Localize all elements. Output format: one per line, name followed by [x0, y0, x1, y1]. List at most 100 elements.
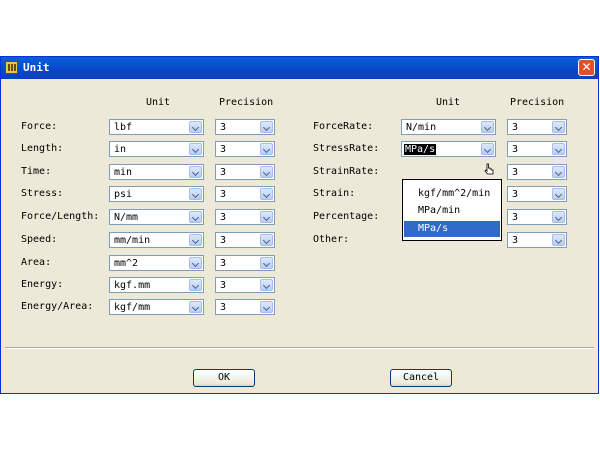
force-length-unit-select[interactable]: N/mm	[109, 209, 204, 225]
time-unit-select[interactable]: min	[109, 164, 204, 180]
stress-rate-unit-select[interactable]: MPa/s	[401, 141, 496, 157]
title-bar[interactable]: Unit ✕	[1, 57, 598, 79]
energy-area-precision-select[interactable]: 3	[215, 299, 275, 315]
time-precision-value: 3	[220, 167, 227, 178]
strain-precision-select[interactable]: 3	[507, 186, 567, 202]
energy-area-unit-select[interactable]: kgf/mm	[109, 299, 204, 315]
area-unit-select[interactable]: mm^2	[109, 255, 204, 271]
chevron-down-icon[interactable]	[552, 188, 565, 200]
stress-rate-precision-value: 3	[512, 144, 519, 155]
force-unit-value: lbf	[114, 122, 133, 133]
dropdown-option-highlighted[interactable]: MPa/s	[404, 221, 500, 237]
speed-precision-value: 3	[220, 235, 227, 246]
chevron-down-icon[interactable]	[260, 257, 273, 269]
left-precision-header: Precision	[219, 97, 274, 108]
chevron-down-icon[interactable]	[481, 143, 494, 155]
chevron-down-icon[interactable]	[552, 234, 565, 246]
chevron-down-icon[interactable]	[260, 166, 273, 178]
divider	[5, 347, 594, 349]
length-label: Length:	[21, 143, 64, 154]
percentage-label: Percentage:	[313, 211, 380, 222]
window-title: Unit	[23, 61, 50, 74]
strain-label: Strain:	[313, 188, 356, 199]
chevron-down-icon[interactable]	[260, 188, 273, 200]
chevron-down-icon[interactable]	[552, 143, 565, 155]
force-rate-unit-value: N/min	[406, 122, 437, 133]
right-precision-header: Precision	[510, 97, 565, 108]
stress-unit-select[interactable]: psi	[109, 186, 204, 202]
percentage-precision-value: 3	[512, 212, 519, 223]
chevron-down-icon[interactable]	[189, 143, 202, 155]
chevron-down-icon[interactable]	[552, 166, 565, 178]
chevron-down-icon[interactable]	[260, 234, 273, 246]
force-rate-precision-value: 3	[512, 122, 519, 133]
strain-rate-label: StrainRate:	[313, 166, 380, 177]
energy-unit-select[interactable]: kgf.mm	[109, 277, 204, 293]
chevron-down-icon[interactable]	[260, 121, 273, 133]
percentage-precision-select[interactable]: 3	[507, 209, 567, 225]
area-label: Area:	[21, 257, 52, 268]
unit-app-icon	[5, 61, 18, 74]
chevron-down-icon[interactable]	[189, 211, 202, 223]
other-precision-select[interactable]: 3	[507, 232, 567, 248]
chevron-down-icon[interactable]	[189, 234, 202, 246]
chevron-down-icon[interactable]	[189, 279, 202, 291]
chevron-down-icon[interactable]	[189, 188, 202, 200]
force-unit-select[interactable]: lbf	[109, 119, 204, 135]
time-unit-value: min	[114, 167, 133, 178]
chevron-down-icon[interactable]	[189, 166, 202, 178]
dropdown-option[interactable]: kgf/mm^2/min	[404, 186, 500, 202]
chevron-down-icon[interactable]	[260, 211, 273, 223]
force-rate-unit-select[interactable]: N/min	[401, 119, 496, 135]
area-precision-value: 3	[220, 258, 227, 269]
length-precision-value: 3	[220, 144, 227, 155]
dialog-body: Unit Precision Unit Precision Force: lbf…	[1, 79, 598, 393]
energy-label: Energy:	[21, 279, 64, 290]
length-unit-value: in	[114, 144, 127, 155]
close-icon[interactable]: ✕	[578, 59, 595, 76]
dropdown-option-label: MPa/min	[418, 205, 461, 216]
time-precision-select[interactable]: 3	[215, 164, 275, 180]
energy-precision-select[interactable]: 3	[215, 277, 275, 293]
force-rate-precision-select[interactable]: 3	[507, 119, 567, 135]
other-label: Other:	[313, 234, 350, 245]
stress-rate-precision-select[interactable]: 3	[507, 141, 567, 157]
force-rate-label: ForceRate:	[313, 121, 374, 132]
force-length-unit-value: N/mm	[114, 212, 139, 223]
unit-dialog: Unit ✕ Unit Precision Unit Precision For…	[0, 56, 599, 394]
chevron-down-icon[interactable]	[189, 121, 202, 133]
strain-rate-precision-select[interactable]: 3	[507, 164, 567, 180]
chevron-down-icon[interactable]	[260, 301, 273, 313]
cancel-button[interactable]: Cancel	[390, 369, 452, 387]
area-precision-select[interactable]: 3	[215, 255, 275, 271]
right-unit-header: Unit	[436, 97, 461, 108]
stress-precision-value: 3	[220, 189, 227, 200]
energy-precision-value: 3	[220, 280, 227, 291]
ok-button[interactable]: OK	[193, 369, 255, 387]
other-precision-value: 3	[512, 235, 519, 246]
force-precision-select[interactable]: 3	[215, 119, 275, 135]
chevron-down-icon[interactable]	[260, 143, 273, 155]
length-precision-select[interactable]: 3	[215, 141, 275, 157]
chevron-down-icon[interactable]	[189, 301, 202, 313]
dropdown-option-label: kgf/mm^2/min	[418, 188, 491, 199]
stress-precision-select[interactable]: 3	[215, 186, 275, 202]
chevron-down-icon[interactable]	[552, 121, 565, 133]
speed-precision-select[interactable]: 3	[215, 232, 275, 248]
speed-label: Speed:	[21, 234, 58, 245]
dropdown-option[interactable]: MPa/min	[404, 203, 500, 219]
speed-unit-select[interactable]: mm/min	[109, 232, 204, 248]
force-label: Force:	[21, 121, 58, 132]
force-precision-value: 3	[220, 122, 227, 133]
chevron-down-icon[interactable]	[552, 211, 565, 223]
stress-label: Stress:	[21, 188, 64, 199]
force-length-precision-select[interactable]: 3	[215, 209, 275, 225]
chevron-down-icon[interactable]	[189, 257, 202, 269]
chevron-down-icon[interactable]	[260, 279, 273, 291]
energy-area-precision-value: 3	[220, 302, 227, 313]
hand-cursor-icon	[484, 163, 494, 175]
stress-rate-unit-value: MPa/s	[404, 144, 437, 155]
chevron-down-icon[interactable]	[481, 121, 494, 133]
length-unit-select[interactable]: in	[109, 141, 204, 157]
energy-unit-value: kgf.mm	[114, 280, 151, 291]
